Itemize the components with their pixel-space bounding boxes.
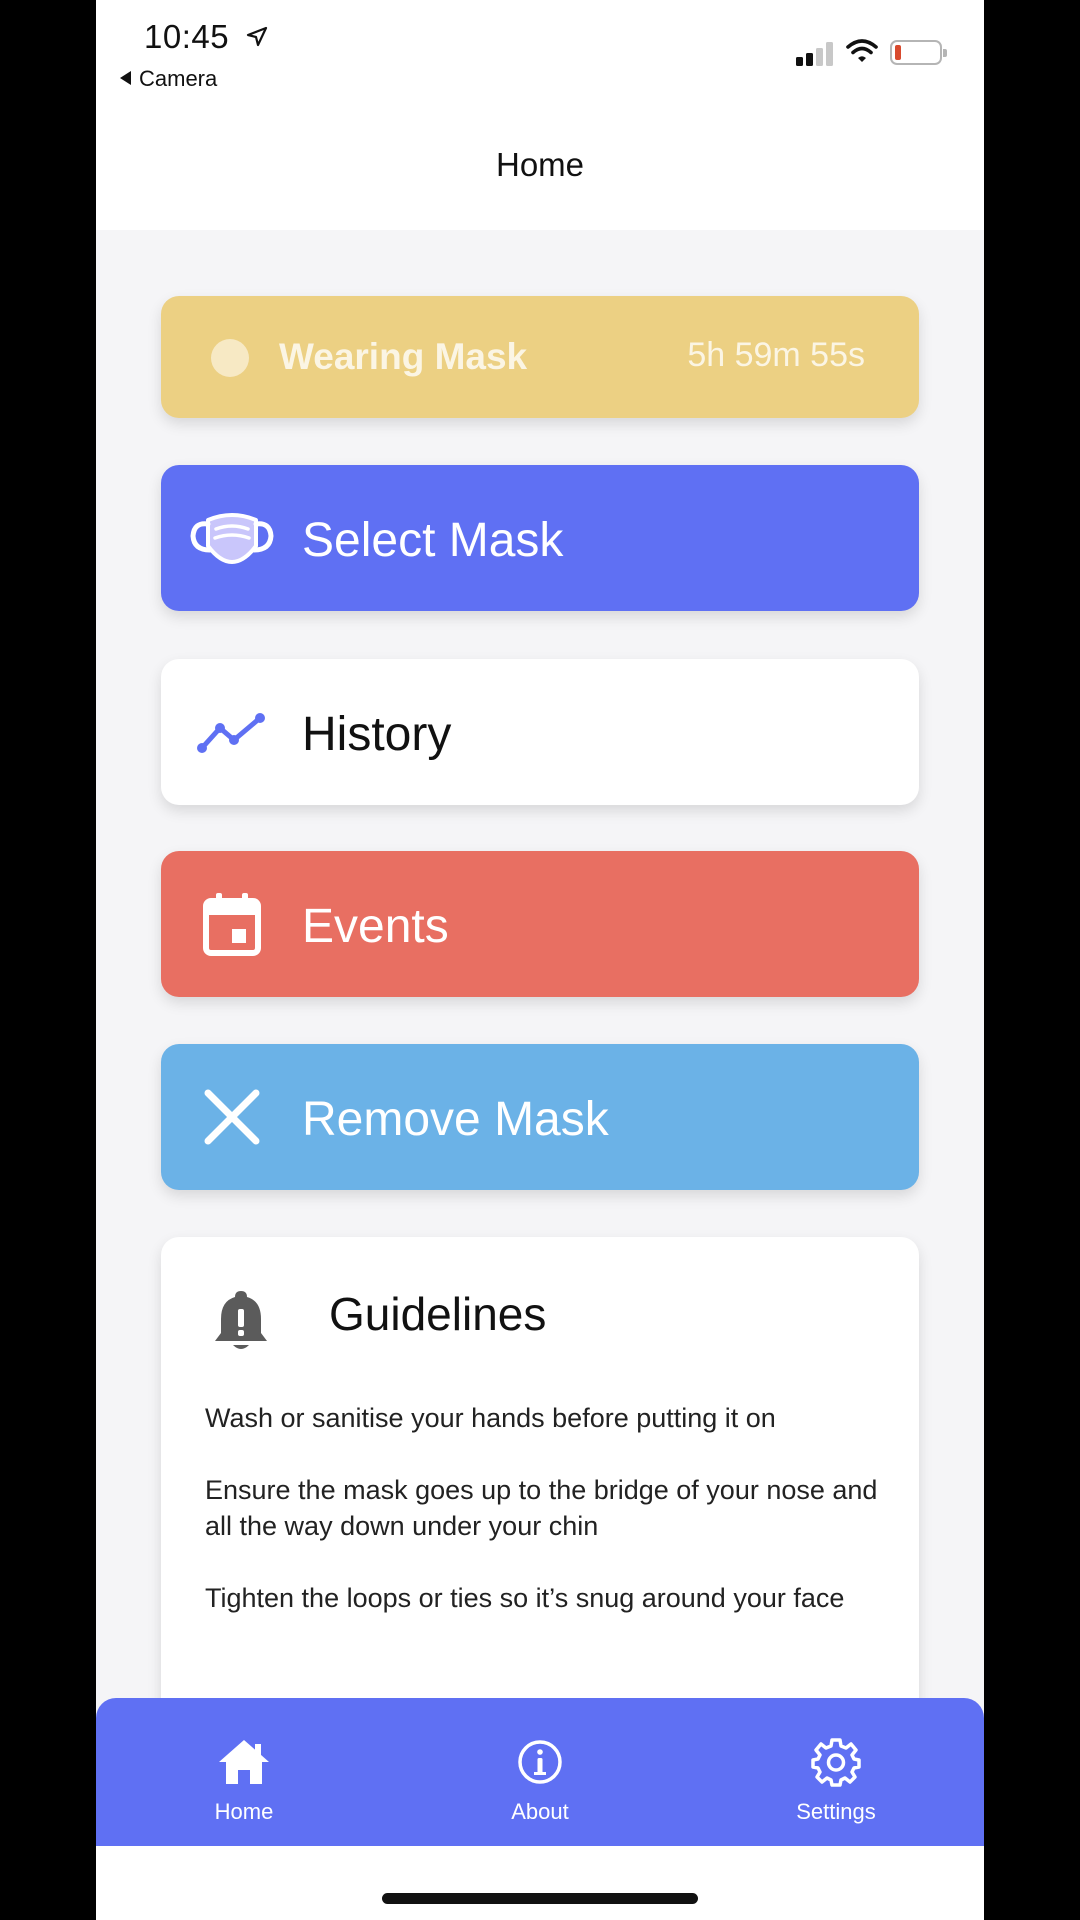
status-time: 10:45 — [144, 18, 230, 55]
page-title: Home — [495, 146, 585, 183]
select-mask-label: Select Mask — [302, 514, 564, 567]
close-icon — [187, 1077, 277, 1157]
battery-icon — [890, 40, 947, 65]
cellular-signal-icon — [796, 40, 836, 66]
tab-about[interactable]: About — [440, 1698, 640, 1846]
wifi-icon — [846, 39, 878, 62]
back-app-label: Camera — [139, 66, 218, 91]
tab-settings[interactable]: Settings — [736, 1698, 936, 1846]
guideline-item: Wash or sanitise your hands before putti… — [205, 1403, 776, 1433]
remove-mask-label: Remove Mask — [302, 1093, 609, 1146]
location-arrow-icon — [246, 26, 268, 47]
tab-home[interactable]: Home — [144, 1698, 344, 1846]
tab-home-label: Home — [214, 1799, 274, 1824]
back-arrow-icon — [120, 71, 131, 85]
events-label: Events — [302, 900, 449, 953]
header-area: 10:45 Camera Home — [96, 0, 984, 230]
tab-bar: Home About Settings — [96, 1698, 984, 1846]
bell-alert-icon — [215, 1291, 267, 1349]
history-label: History — [302, 708, 452, 761]
remove-mask-button[interactable]: Remove Mask — [161, 1044, 919, 1190]
info-icon — [512, 1734, 568, 1790]
mask-status-card: Wearing Mask 5h 59m 55s — [161, 296, 919, 418]
gear-icon — [808, 1734, 864, 1790]
tab-settings-label: Settings — [796, 1799, 876, 1824]
tab-about-label: About — [511, 1799, 569, 1824]
app-screen: 10:45 Camera Home Wearing Mask 5h 59m 55… — [96, 0, 984, 1920]
events-button[interactable]: Events — [161, 851, 919, 997]
calendar-icon — [187, 884, 277, 964]
mask-icon — [187, 498, 277, 578]
status-indicator-dot — [211, 339, 249, 377]
wear-timer: 5h 59m 55s — [687, 336, 865, 374]
trend-line-icon — [187, 692, 277, 772]
guidelines-list: Wash or sanitise your hands before putti… — [205, 1400, 885, 1652]
back-to-app-link[interactable]: Camera — [120, 66, 217, 92]
home-indicator[interactable] — [382, 1893, 698, 1904]
guidelines-title: Guidelines — [329, 1288, 547, 1340]
history-button[interactable]: History — [161, 659, 919, 805]
select-mask-button[interactable]: Select Mask — [161, 465, 919, 611]
home-icon — [216, 1734, 272, 1790]
guideline-item: Tighten the loops or ties so it’s snug a… — [205, 1583, 845, 1613]
home-indicator-area — [96, 1846, 984, 1920]
guideline-item: Ensure the mask goes up to the bridge of… — [205, 1475, 878, 1541]
mask-status-label: Wearing Mask — [279, 336, 528, 377]
